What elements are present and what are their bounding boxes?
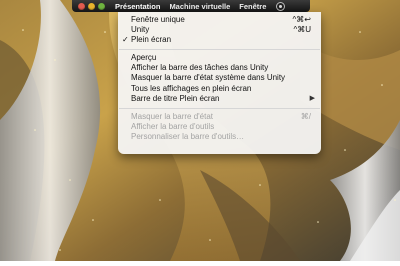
zoom-window-button[interactable] xyxy=(98,2,105,10)
menu-item-fenetre-unique[interactable]: Fenêtre unique ^⌘↩ xyxy=(118,15,321,25)
menu-separator xyxy=(119,107,320,109)
keyboard-shortcut: ⌘/ xyxy=(300,111,311,121)
menu-bar: Présentation Machine virtuelle Fenêtre xyxy=(72,0,310,12)
menu-item-masquer-la-barre-d-etat-systeme-dans-unity[interactable]: Masquer la barre d'état système dans Uni… xyxy=(118,73,321,83)
menu-item-afficher-la-barre-des-taches-dans-unity[interactable]: Afficher la barre des tâches dans Unity xyxy=(118,63,321,73)
menu-item-label: Aperçu xyxy=(131,53,157,63)
menu-item-label: Masquer la barre d'état xyxy=(131,111,214,121)
menu-item-unity[interactable]: Unity ^⌘U xyxy=(118,25,321,35)
checkmark-icon: ✓ xyxy=(122,35,129,45)
menu-window[interactable]: Fenêtre xyxy=(239,2,266,11)
presentation-dropdown-menu: Fenêtre unique ^⌘↩ Unity ^⌘U ✓ Plein écran Ape… xyxy=(118,12,321,154)
menu-item-label: Masquer la barre d'état système dans Uni… xyxy=(131,73,286,83)
menu-item-plein-ecran[interactable]: ✓ Plein écran xyxy=(118,35,321,45)
keyboard-shortcut: ^⌘U xyxy=(293,25,311,35)
menu-item-label: Personnaliser la barre d'outils… xyxy=(131,131,245,141)
menu-item-masquer-la-barre-d-etat: Masquer la barre d'état ⌘/ xyxy=(118,112,321,122)
menu-item-afficher-la-barre-d-outils: Afficher la barre d'outils xyxy=(118,122,321,132)
menu-item-label: Unity xyxy=(131,25,150,35)
menu-item-label: Barre de titre Plein écran xyxy=(131,93,220,103)
menu-item-label: Afficher la barre d'outils xyxy=(131,121,215,131)
close-window-button[interactable] xyxy=(78,2,85,10)
menu-item-apercu[interactable]: Aperçu xyxy=(118,53,321,63)
menu-item-tous-les-affichages-en-plein-ecran[interactable]: Tous les affichages en plein écran xyxy=(118,84,321,94)
submenu-arrow-icon: ▶ xyxy=(309,94,315,102)
menu-item-label: Tous les affichages en plein écran xyxy=(131,83,252,93)
menu-item-label: Plein écran xyxy=(131,35,172,45)
minimize-window-button[interactable] xyxy=(88,2,95,10)
menu-item-personnaliser-la-barre-d-outils: Personnaliser la barre d'outils… xyxy=(118,132,321,142)
menu-separator xyxy=(119,49,320,51)
vm-status-icon[interactable] xyxy=(276,1,286,11)
menu-presentation[interactable]: Présentation xyxy=(115,2,160,11)
menu-item-label: Afficher la barre des tâches dans Unity xyxy=(131,63,269,73)
menu-item-label: Fenêtre unique xyxy=(131,15,185,24)
menu-virtual-machine[interactable]: Machine virtuelle xyxy=(169,2,230,11)
menu-item-barre-de-titre-plein-ecran[interactable]: Barre de titre Plein écran ▶ xyxy=(118,94,321,104)
keyboard-shortcut: ^⌘↩ xyxy=(292,15,311,24)
